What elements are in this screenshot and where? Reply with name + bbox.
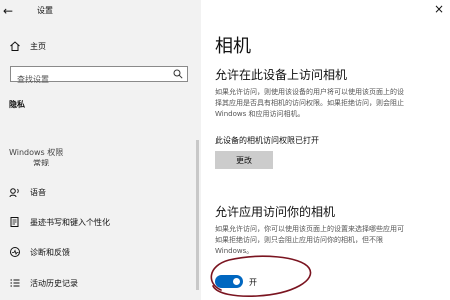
group-label: Windows 权限 [9,148,64,157]
search-icon[interactable] [173,69,183,79]
sidebar-item-label: 主页 [30,41,46,51]
change-button[interactable]: 更改 [215,151,273,169]
back-arrow-icon[interactable]: ← [3,4,17,18]
diagnostics-icon [10,247,20,257]
sidebar-item-partial[interactable]: 常规 [33,158,49,166]
sidebar-item-activity-history[interactable]: 活动历史记录 [9,276,78,290]
sidebar-item-diagnostics[interactable]: 诊断和反馈 [9,245,70,259]
toggle-knob [233,278,240,285]
sidebar: ← 设置 主页 隐私 Windows 权限 常规 语音 墨迹书写和键入个性化 诊… [0,0,201,300]
app-access-heading: 允许应用访问你的相机 [215,205,336,219]
sidebar-item-home[interactable]: 主页 [9,39,46,53]
speech-icon [9,188,19,198]
sidebar-item-inking[interactable]: 墨迹书写和键入个性化 [9,215,110,229]
sidebar-item-speech[interactable]: 语音 [9,185,46,199]
sidebar-item-label: 诊断和反馈 [30,247,70,257]
search-input[interactable] [11,72,167,87]
close-icon[interactable]: × [434,2,444,16]
sidebar-item-label: 语音 [30,187,46,197]
device-access-description: 如果允许访问，则使用该设备的用户将可以使用该页面上的设 择其应用是否具有相机的访… [215,88,404,118]
activity-history-icon [10,279,20,287]
main-panel: × 相机 允许在此设备上访问相机 如果允许访问，则使用该设备的用户将可以使用该页… [201,0,450,300]
home-icon [10,41,20,51]
sidebar-scrollbar[interactable] [196,140,199,290]
page-title: 相机 [215,36,251,57]
toggle-state-label: 开 [249,278,257,287]
device-access-heading: 允许在此设备上访问相机 [215,68,348,82]
app-access-description: 如果允许访问，你可以使用该页面上的设置来选择哪些应用可 如果拒绝访问，则只会阻止… [215,225,404,255]
window-title: 设置 [37,6,53,15]
section-title: 隐私 [9,100,25,109]
device-access-status: 此设备的相机访问权限已打开 [215,136,319,145]
sidebar-item-label: 活动历史记录 [30,278,78,288]
search-box[interactable] [10,66,188,87]
inking-icon [10,217,19,227]
app-access-toggle[interactable] [215,275,243,288]
sidebar-item-label: 墨迹书写和键入个性化 [30,217,110,227]
